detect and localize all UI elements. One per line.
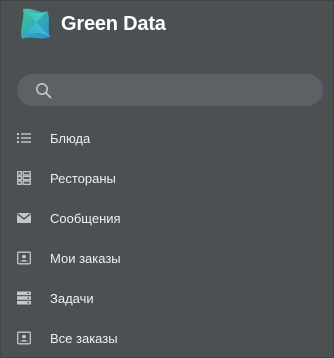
sidebar-item-label: Мои заказы [50,250,121,266]
sidebar-item-label: Сообщения [50,210,121,226]
sidebar-item-dishes[interactable]: Блюда [1,118,334,158]
sidebar-item-restaurants[interactable]: Рестораны [1,158,334,198]
id-card-icon [17,331,31,345]
sidebar-item-all-orders[interactable]: Все заказы [1,318,334,358]
sidebar-menu: Блюда Рестораны Сообщения Мои заказы Зад… [1,118,334,358]
sidebar-item-messages[interactable]: Сообщения [1,198,334,238]
brand[interactable]: Green Data [17,5,166,43]
list-icon [17,131,31,145]
brand-name: Green Data [61,12,166,35]
sidebar-item-label: Рестораны [50,170,116,186]
green-data-logo-icon [21,8,50,39]
search-icon [36,82,52,98]
sidebar-item-my-orders[interactable]: Мои заказы [1,238,334,278]
search-bar[interactable] [17,74,323,106]
sidebar-item-tasks[interactable]: Задачи [1,278,334,318]
envelope-icon [17,211,31,225]
server-icon [17,291,31,305]
sidebar-item-label: Все заказы [50,330,118,346]
grid-list-icon [17,171,31,185]
sidebar: Green Data Блюда Рестораны Сообщения Мои… [0,0,334,358]
id-card-icon [17,251,31,265]
sidebar-item-label: Блюда [50,130,91,146]
sidebar-item-label: Задачи [50,290,94,306]
search-input[interactable] [60,74,323,106]
